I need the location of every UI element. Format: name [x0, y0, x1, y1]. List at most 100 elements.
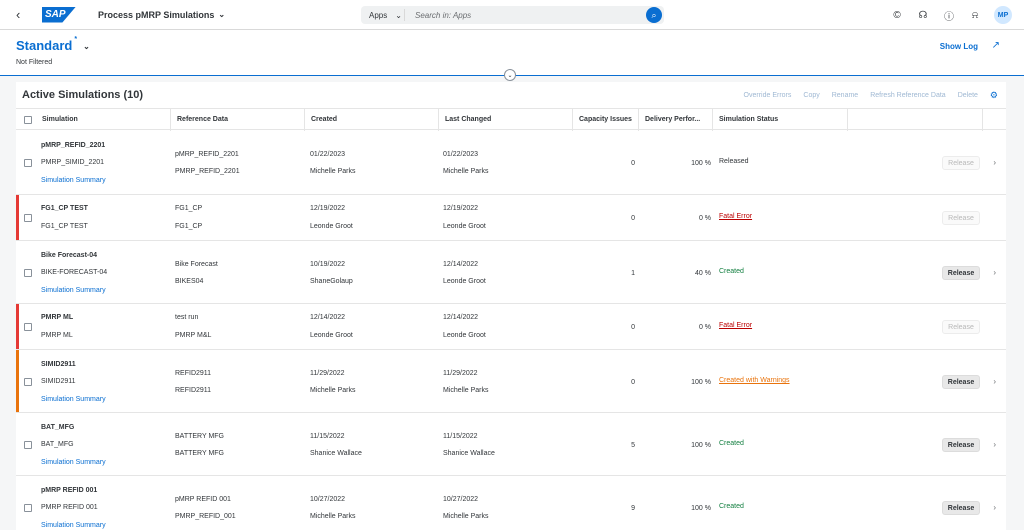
select-all-checkbox[interactable] — [24, 116, 32, 124]
app-title-menu[interactable]: Process pMRP Simulations ⌄ — [98, 10, 225, 20]
delivery-performance: 100 % — [691, 160, 711, 167]
share-icon[interactable]: ↗ — [992, 40, 1000, 51]
collapse-header-button[interactable]: ⌄ — [504, 69, 516, 81]
row-checkbox[interactable] — [24, 504, 32, 512]
chevron-right-icon[interactable]: › — [993, 377, 996, 386]
release-button[interactable]: Release — [942, 156, 980, 170]
row-checkbox[interactable] — [24, 323, 32, 331]
reference-data-id: FG1_CP — [175, 223, 203, 230]
capacity-issues: 0 — [631, 379, 635, 386]
table-row[interactable]: BAT_MFG BAT_MFG Simulation Summary BATTERY … — [16, 413, 1006, 476]
table-row[interactable]: PMRP ML PMRP ML test run PMRP M&L 12/14/2022… — [16, 304, 1006, 350]
row-checkbox[interactable] — [24, 214, 32, 222]
column-header-created[interactable]: Created — [305, 109, 439, 131]
chevron-right-icon[interactable]: › — [993, 268, 996, 277]
column-header-simulation[interactable]: Simulation — [36, 109, 171, 131]
created-date: 12/14/2022 — [310, 314, 346, 321]
copy-button[interactable]: Copy — [803, 92, 819, 99]
reference-data-id: PMRP_REFID_001 — [175, 513, 236, 520]
search-bar[interactable]: Apps ⌄ Search in: Apps ⌕ — [361, 6, 664, 24]
last-changed-date: 01/22/2023 — [443, 151, 479, 158]
simulation-status[interactable]: Created with Warnings — [719, 377, 790, 384]
variant-name: Standard — [16, 38, 73, 53]
chevron-down-icon: ⌄ — [395, 10, 402, 20]
created-date: 11/15/2022 — [310, 433, 345, 440]
column-header-simulation-status[interactable]: Simulation Status — [713, 109, 848, 131]
simulation-name: PMRP ML — [41, 314, 74, 321]
last-changed-by: Shanice Wallace — [443, 450, 495, 457]
override-errors-button[interactable]: Override Errors — [744, 92, 792, 99]
simulation-id: FG1_CP TEST — [41, 223, 88, 230]
headset-icon[interactable]: ☊ — [916, 8, 930, 22]
simulation-summary-link[interactable]: Simulation Summary — [41, 287, 106, 294]
delete-button[interactable]: Delete — [958, 92, 978, 99]
simulation-status[interactable]: Fatal Error — [719, 322, 752, 329]
release-button[interactable]: Release — [942, 501, 980, 515]
column-header-last-changed[interactable]: Last Changed — [439, 109, 573, 131]
column-header-reference-data[interactable]: Reference Data — [171, 109, 305, 131]
row-checkbox[interactable] — [24, 441, 32, 449]
last-changed-date: 12/14/2022 — [443, 261, 479, 268]
created-by: Leonde Groot — [310, 223, 353, 230]
last-changed-date: 12/19/2022 — [443, 205, 479, 212]
chevron-down-icon: ⌄ — [218, 10, 226, 19]
search-input[interactable]: Search in: Apps — [405, 11, 646, 20]
table-row[interactable]: FG1_CP TEST FG1_CP TEST FG1_CP FG1_CP 12/19/… — [16, 195, 1006, 241]
created-by: Shanice Wallace — [310, 450, 362, 457]
simulation-name: Bike Forecast-04 — [41, 252, 98, 259]
created-date: 12/19/2022 — [310, 205, 346, 212]
chevron-down-icon: ⌄ — [83, 42, 90, 51]
row-highlight — [16, 195, 19, 240]
refresh-reference-data-button[interactable]: Refresh Reference Data — [870, 92, 945, 99]
created-date: 11/29/2022 — [310, 370, 345, 377]
simulation-status: Released — [719, 158, 749, 165]
reference-data-id: PMRP M&L — [175, 332, 212, 339]
table-row[interactable]: pMRP_REFID_2201 PMRP_SIMID_2201 Simulation… — [16, 131, 1006, 195]
reference-data-id: REFID2911 — [175, 387, 212, 394]
column-header-delivery-performance[interactable]: Delivery Perfor... — [639, 109, 713, 131]
variant-selector[interactable]: Standard * ⌄ — [16, 36, 90, 53]
back-icon[interactable]: ‹ — [16, 7, 36, 22]
filter-info: Not Filtered — [16, 59, 53, 66]
copilot-icon[interactable]: © — [890, 8, 904, 22]
sap-logo[interactable]: SAP — [42, 6, 76, 23]
simulation-id: BIKE-FORECAST-04 — [41, 269, 108, 276]
table-title: Active Simulations (10) — [22, 89, 144, 101]
show-log-button[interactable]: Show Log — [940, 42, 978, 51]
search-icon[interactable]: ⌕ — [646, 7, 662, 23]
simulation-summary-link[interactable]: Simulation Summary — [41, 522, 106, 529]
release-button[interactable]: Release — [942, 375, 980, 389]
reference-data-id: BIKES04 — [175, 278, 204, 285]
release-button[interactable]: Release — [942, 438, 980, 452]
reference-data-id: BATTERY MFG — [175, 450, 225, 457]
table-row[interactable]: SIMID2911 SIMID2911 Simulation Summary REFI… — [16, 350, 1006, 413]
simulation-status[interactable]: Fatal Error — [719, 213, 752, 220]
row-checkbox[interactable] — [24, 269, 32, 277]
release-button[interactable]: Release — [942, 266, 980, 280]
row-checkbox[interactable] — [24, 378, 32, 386]
last-changed-date: 12/14/2022 — [443, 314, 479, 321]
table-header: Simulation Reference Data Created Last C… — [16, 108, 1006, 131]
release-button[interactable]: Release — [942, 211, 980, 225]
bell-icon[interactable]: ⍾ — [968, 8, 982, 22]
help-icon[interactable]: ⓘ — [942, 8, 956, 23]
search-scope-select[interactable]: Apps ⌄ — [361, 9, 405, 21]
table-toolbar: Active Simulations (10) Override Errors … — [16, 82, 1006, 108]
release-button[interactable]: Release — [942, 320, 980, 334]
column-header-capacity-issues[interactable]: Capacity Issues — [573, 109, 639, 131]
table-row[interactable]: Bike Forecast-04 BIKE-FORECAST-04 Simulati… — [16, 241, 1006, 304]
last-changed-by: Michelle Parks — [443, 513, 489, 520]
simulation-name: pMRP_REFID_2201 — [41, 142, 106, 149]
simulation-summary-link[interactable]: Simulation Summary — [41, 459, 106, 466]
gear-icon[interactable]: ⚙ — [990, 90, 998, 101]
simulation-name: SIMID2911 — [41, 361, 76, 368]
simulation-summary-link[interactable]: Simulation Summary — [41, 396, 106, 403]
table-row[interactable]: pMRP REFID 001 PMRP REFID 001 Simulation S… — [16, 476, 1006, 530]
chevron-right-icon[interactable]: › — [993, 158, 996, 167]
avatar[interactable]: MP — [994, 6, 1012, 24]
rename-button[interactable]: Rename — [832, 92, 858, 99]
simulation-summary-link[interactable]: Simulation Summary — [41, 177, 106, 184]
chevron-right-icon[interactable]: › — [993, 440, 996, 449]
row-checkbox[interactable] — [24, 159, 32, 167]
chevron-right-icon[interactable]: › — [993, 503, 996, 512]
